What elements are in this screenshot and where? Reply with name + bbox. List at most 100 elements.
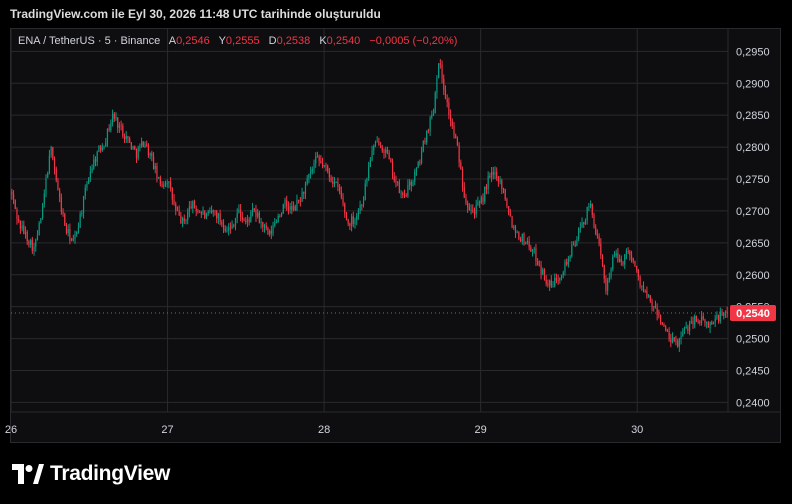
candle-body (270, 231, 272, 234)
candle-body (59, 190, 61, 198)
candle-body (269, 231, 271, 235)
candle-body (178, 210, 180, 216)
candle-body (658, 314, 660, 316)
tradingview-logo-icon (12, 464, 44, 484)
candle-body (146, 144, 148, 146)
candle-body (356, 215, 358, 220)
candle-body (18, 218, 20, 221)
candle-body (550, 280, 552, 287)
candle-body (511, 216, 513, 228)
candle-body (566, 261, 568, 265)
candle-body (412, 181, 414, 186)
candle-body (420, 151, 423, 163)
candle-body (518, 232, 520, 240)
candle-body (477, 202, 479, 206)
candle-body (369, 159, 371, 167)
candle-body (649, 295, 651, 301)
candle-body (415, 167, 418, 172)
candle-body (62, 211, 64, 215)
candle-body (436, 77, 438, 94)
candle-body (694, 315, 696, 325)
candle-body (535, 248, 537, 262)
candle-body (608, 277, 610, 281)
candle-body (622, 261, 624, 265)
candle-body (531, 249, 534, 252)
candle-body (47, 173, 49, 178)
candle-body (187, 211, 189, 220)
candle-body (569, 256, 571, 259)
candle-body (460, 162, 462, 169)
candlestick-chart[interactable]: 0,2950 0,2900 0,2850 0,2800 0,2750 0,2700 0,26… (0, 0, 792, 504)
candle-body (361, 204, 363, 206)
candle-body (262, 222, 264, 227)
candle-body (161, 184, 163, 187)
y-tick-label: 0,2400 (736, 397, 770, 409)
y-tick-label: 0,2750 (736, 174, 770, 186)
candle-body (100, 146, 102, 151)
candle-body (501, 180, 503, 189)
candle-body (315, 156, 317, 164)
candle-body (639, 276, 641, 286)
legend-change: −0,0005 (−0,20%) (369, 35, 458, 47)
candle-body (371, 150, 373, 160)
candle-body (308, 173, 310, 179)
candle-body (357, 210, 360, 216)
candle-body (103, 146, 105, 148)
candle-body (30, 240, 32, 245)
candle-body (111, 113, 114, 123)
candle-body (57, 180, 59, 191)
candle-body (422, 140, 424, 152)
candle-body (26, 231, 28, 242)
candle-body (439, 63, 441, 65)
candle-body (123, 136, 126, 140)
candle-body (118, 125, 121, 128)
candle-body (50, 147, 52, 156)
candle-body (74, 234, 76, 239)
candle-body (33, 246, 35, 251)
candle-body (600, 243, 602, 256)
candle-body (82, 196, 85, 214)
legend-symbol[interactable]: ENA / TetherUS · 5 · Binance (18, 35, 160, 47)
candle-body (613, 255, 616, 257)
candle-body (216, 210, 218, 219)
candle-body (140, 141, 143, 146)
candle-body (629, 251, 631, 256)
candle-body (374, 142, 377, 146)
candle-body (654, 306, 657, 308)
legend-high-label: Y (218, 35, 226, 47)
candle-body (159, 177, 161, 185)
candle-body (455, 135, 457, 138)
candle-body (637, 270, 639, 277)
candle-body (192, 201, 194, 209)
candle-body (615, 253, 617, 256)
candle-body (470, 209, 472, 211)
candle-body (354, 219, 356, 225)
candle-body (171, 187, 173, 200)
candle-body (234, 218, 237, 226)
legend-high-value: 0,2555 (225, 35, 260, 47)
candle-body (233, 225, 235, 227)
candle-body (695, 315, 698, 322)
candle-body (306, 178, 308, 184)
candle-body (479, 202, 481, 203)
candle-body (458, 145, 460, 163)
candle-body (170, 181, 172, 188)
candle-body (465, 197, 467, 203)
candle-body (60, 197, 62, 212)
y-tick-label: 0,2900 (736, 78, 770, 90)
candle-body (122, 125, 124, 137)
candle-body (212, 210, 214, 213)
candle-body (687, 327, 689, 332)
candle-body (443, 78, 445, 91)
candle-body (67, 229, 69, 233)
candle-body (467, 202, 469, 208)
candle-body (125, 135, 127, 140)
ohlc-legend: ENA / TetherUS · 5 · Binance A0,2546 Y0,… (18, 35, 457, 47)
candle-body (426, 130, 428, 143)
candle-body (86, 183, 88, 188)
candle-body (625, 251, 628, 255)
candle-body (407, 184, 409, 196)
candle-body (158, 177, 160, 179)
candle-body (648, 295, 650, 297)
candle-body (706, 322, 708, 324)
